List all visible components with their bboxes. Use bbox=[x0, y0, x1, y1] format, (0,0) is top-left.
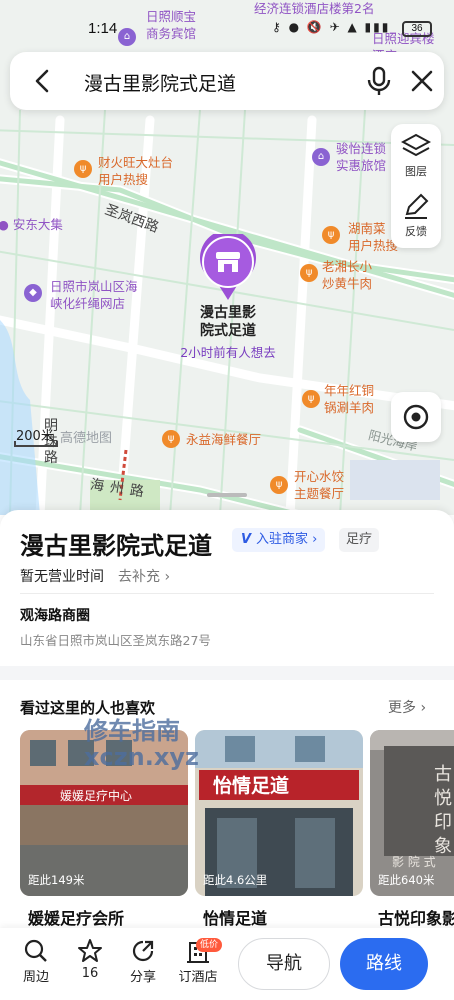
card-title[interactable]: 媛媛足疗会所 bbox=[28, 905, 124, 929]
search-bar[interactable]: 漫古里影院式足道 bbox=[10, 52, 444, 110]
poi-rope-shop[interactable]: 日照市岚山区海 峡化纤绳网店 bbox=[50, 278, 138, 312]
svg-text:悦: 悦 bbox=[434, 788, 452, 809]
merchant-badge[interactable]: V 入驻商家 › bbox=[232, 528, 326, 552]
star-icon bbox=[78, 939, 102, 962]
restaurant-icon: ψ bbox=[74, 160, 92, 178]
share-button[interactable]: 分享 bbox=[123, 938, 163, 985]
shop-icon: ◆ bbox=[24, 284, 42, 302]
place-marker[interactable] bbox=[198, 229, 258, 302]
favorite-button[interactable]: 16 bbox=[70, 938, 110, 981]
nearby-button[interactable]: 周边 bbox=[16, 938, 56, 985]
route-button[interactable]: 路线 bbox=[340, 938, 428, 990]
battery-icon: 36 bbox=[402, 21, 432, 37]
search-query[interactable]: 漫古里影院式足道 bbox=[84, 69, 236, 96]
restaurant-icon: ψ bbox=[322, 226, 340, 244]
section-separator bbox=[0, 666, 454, 680]
card-distance: 距此640米 bbox=[378, 873, 435, 887]
layers-button[interactable]: 图层 bbox=[391, 132, 441, 179]
poi-andong-market[interactable]: ● 安东大集 bbox=[0, 216, 63, 233]
back-arrow-icon[interactable] bbox=[28, 66, 58, 96]
verified-v-icon: V bbox=[240, 532, 252, 547]
business-hours: 暂无营业时间 bbox=[20, 569, 104, 585]
marker-subtitle: 2小时前有人想去 bbox=[180, 345, 276, 360]
restaurant-icon: ψ bbox=[300, 264, 318, 282]
address[interactable]: 山东省日照市岚山区圣岚东路27号 bbox=[20, 630, 211, 649]
svg-text:象: 象 bbox=[434, 836, 452, 857]
poi-caihuowang[interactable]: 财火旺大灶台 用户热搜 bbox=[98, 154, 173, 188]
svg-text:印: 印 bbox=[434, 812, 452, 833]
feedback-button[interactable]: 反馈 bbox=[391, 192, 441, 239]
layers-label: 图层 bbox=[405, 165, 427, 178]
card-distance: 距此4.6公里 bbox=[203, 873, 268, 887]
sheet-drag-handle[interactable] bbox=[207, 493, 247, 497]
locate-button[interactable] bbox=[391, 392, 441, 442]
svg-text:影 院 式: 影 院 式 bbox=[392, 855, 436, 869]
svg-text:古: 古 bbox=[434, 764, 452, 785]
shop-sign-text: 怡情足道 bbox=[213, 774, 289, 797]
layers-icon bbox=[400, 133, 432, 157]
shop-sign-text: 媛媛足疗中心 bbox=[60, 788, 132, 803]
card-title[interactable]: 怡情足道 bbox=[203, 905, 267, 929]
map-scale-bar bbox=[14, 441, 58, 447]
microphone-icon[interactable] bbox=[366, 66, 392, 96]
restaurant-icon: ψ bbox=[302, 390, 320, 408]
status-bar: 1:14 ⚷ ● 🔇 ✈ ▲ ▮▮▮ 36 bbox=[0, 14, 454, 44]
map-tools-panel: 图层 反馈 bbox=[391, 124, 441, 248]
restaurant-icon: ψ bbox=[270, 476, 288, 494]
recommend-more-link[interactable]: 更多 › bbox=[388, 697, 426, 717]
recommend-title: 看过这里的人也喜欢 bbox=[20, 699, 156, 717]
recommend-card[interactable]: 怡情足道 距此4.6公里 bbox=[195, 730, 363, 896]
low-price-badge: 低价 bbox=[196, 938, 223, 952]
poi-laoxiangchang[interactable]: 老湘长小 炒黄牛肉 bbox=[322, 258, 372, 292]
bottom-action-bar: 周边 16 分享 订酒店 导航 路线 bbox=[0, 928, 454, 1000]
poi-yongyi-seafood[interactable]: 永益海鲜餐厅 bbox=[186, 431, 261, 448]
card-title[interactable]: 古悦印象影 bbox=[378, 905, 454, 929]
card-distance: 距此149米 bbox=[28, 873, 85, 887]
divider bbox=[20, 593, 434, 594]
poi-niannianhong[interactable]: 年年红铜 锅涮羊肉 bbox=[324, 382, 374, 416]
search-icon bbox=[24, 939, 47, 962]
feedback-label: 反馈 bbox=[405, 225, 427, 238]
category-badge: 足疗 bbox=[339, 528, 380, 552]
site-watermark: 修车指南 xczn.xyz bbox=[84, 717, 199, 771]
navigate-button[interactable]: 导航 bbox=[238, 938, 330, 990]
hotel-icon: ⌂ bbox=[312, 148, 330, 166]
map-watermark: 高德地图 bbox=[60, 431, 113, 446]
close-icon[interactable] bbox=[408, 67, 436, 95]
poi-junyi-hotel[interactable]: 骏怡连锁 实惠旅馆 bbox=[336, 140, 386, 174]
edit-pen-icon bbox=[405, 193, 429, 219]
business-district[interactable]: 观海路商圈 bbox=[20, 605, 90, 625]
status-icons: ⚷ ● 🔇 ✈ ▲ ▮▮▮ bbox=[272, 20, 391, 34]
status-time: 1:14 bbox=[88, 20, 118, 37]
marker-title: 漫古里影 院式足道 bbox=[200, 305, 256, 339]
restaurant-icon: ψ bbox=[162, 430, 180, 448]
locate-icon bbox=[403, 404, 429, 430]
poi-kaixin-dumpling[interactable]: 开心水饺 主题餐厅 bbox=[294, 468, 344, 502]
add-hours-link[interactable]: 去补充 › bbox=[118, 566, 170, 586]
recommend-card[interactable]: 古 悦 印 象 影 院 式 距此640米 bbox=[370, 730, 454, 896]
share-icon bbox=[132, 940, 154, 962]
place-name: 漫古里影院式足道 bbox=[20, 532, 212, 560]
